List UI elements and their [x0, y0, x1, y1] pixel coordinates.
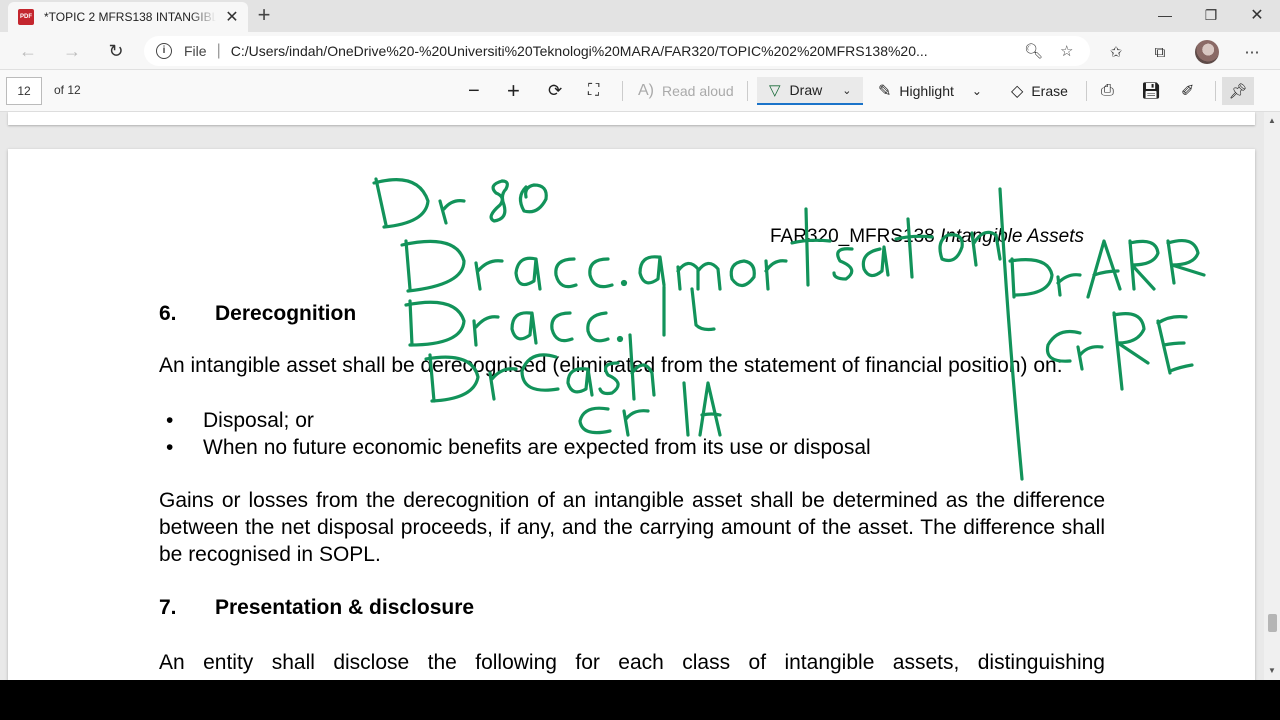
page-number-input[interactable]: 12 — [6, 77, 42, 105]
page-header-course: FAR320_MFRS138 — [770, 226, 935, 247]
scrollbar-thumb[interactable] — [1268, 614, 1277, 632]
address-bar[interactable]: i File | C:/Users/indah/OneDrive%20-%20U… — [144, 36, 1090, 66]
close-tab-icon[interactable]: ✕ — [222, 7, 242, 27]
previous-page-edge — [8, 112, 1255, 125]
print-icon[interactable]: ⎙ — [1101, 78, 1114, 104]
pin-toolbar-icon[interactable]: 📌︎ — [1222, 77, 1254, 105]
save-icon[interactable]: 💾︎ — [1141, 78, 1161, 104]
erase-button[interactable]: ◇ Erase — [1011, 78, 1068, 104]
section-6-paragraph-1: An intangible asset shall be derecognise… — [159, 354, 1063, 377]
zoom-icon[interactable]: 🔍︎ — [1024, 42, 1043, 60]
ink-annotation-dr-acc-amortisation — [400, 207, 1002, 293]
bullet-icon: • — [166, 409, 174, 432]
highlight-label: Highlight — [899, 83, 954, 99]
vertical-scrollbar[interactable]: ▲ ▼ — [1264, 112, 1280, 680]
highlighter-icon: ✎ — [878, 83, 892, 100]
section-7-number: 7. — [159, 596, 177, 619]
ink-annotation-dr-80 — [372, 177, 548, 229]
tab-bar: PDF *TOPIC 2 MFRS138 INTANGIBLE ASSETS ✕… — [0, 0, 1280, 32]
draw-label: Draw — [789, 82, 823, 98]
draw-pen-icon: ▽ — [769, 82, 781, 99]
erase-label: Erase — [1031, 83, 1068, 99]
fit-page-icon[interactable]: ⛶ — [588, 78, 599, 104]
more-icon[interactable]: ⋯ — [1240, 40, 1264, 64]
url-text[interactable]: C:/Users/indah/OneDrive%20-%20Universiti… — [231, 43, 1001, 59]
page-header-topic: Intangible Assets — [940, 226, 1085, 247]
tab-active[interactable]: PDF *TOPIC 2 MFRS138 INTANGIBLE ASSETS ✕ — [8, 2, 248, 32]
divider — [747, 81, 748, 101]
read-aloud-icon: A) — [638, 82, 654, 99]
zoom-out-icon[interactable]: − — [468, 78, 480, 104]
bullet-icon: • — [166, 436, 174, 459]
draw-button[interactable]: ▽ Draw ⌄ — [757, 77, 863, 105]
profile-avatar[interactable] — [1195, 40, 1219, 64]
section-6-number: 6. — [159, 302, 177, 325]
favorite-star-icon[interactable]: ☆ — [1060, 42, 1073, 60]
section-7-paragraph-1: An entity shall disclose the following f… — [159, 651, 1105, 674]
favorites-icon[interactable]: ✩ — [1104, 40, 1128, 64]
pdf-viewer[interactable]: FAR320_MFRS138 Intangible Assets 6. Dere… — [0, 112, 1264, 680]
section-6-paragraph-2: Gains or losses from the derecognition o… — [159, 489, 1105, 566]
save-as-icon[interactable]: ✐ — [1181, 78, 1194, 104]
rotate-icon[interactable]: ⟳ — [548, 78, 562, 104]
scroll-up-icon[interactable]: ▲ — [1268, 116, 1276, 125]
page-count: of 12 — [54, 83, 81, 97]
ink-annotation-cr-ia — [578, 381, 722, 437]
back-icon[interactable]: ← — [14, 38, 42, 64]
bullet-text: Disposal; or — [203, 409, 314, 432]
read-aloud-label: Read aloud — [662, 83, 734, 99]
minimize-icon[interactable]: — — [1142, 0, 1188, 30]
tab-title: *TOPIC 2 MFRS138 INTANGIBLE ASSETS — [44, 10, 216, 24]
read-aloud-button[interactable]: A) Read aloud — [638, 78, 734, 104]
navigation-bar: ← → ↻ i File | C:/Users/indah/OneDrive%2… — [0, 32, 1280, 70]
chevron-down-icon[interactable]: ⌄ — [842, 84, 851, 97]
zoom-in-icon[interactable]: + — [507, 78, 520, 104]
refresh-icon[interactable]: ↻ — [102, 38, 130, 64]
divider — [1215, 81, 1216, 101]
section-7-title: Presentation & disclosure — [215, 596, 475, 619]
chevron-down-icon[interactable]: ⌄ — [972, 84, 982, 98]
ink-annotation-dr-arr — [1008, 239, 1206, 299]
url-separator: | — [216, 42, 221, 59]
eraser-icon: ◇ — [1011, 83, 1024, 100]
forward-icon[interactable]: → — [58, 38, 86, 64]
new-tab-button[interactable]: + — [252, 4, 276, 28]
url-scheme: File — [184, 43, 207, 59]
bullet-text: When no future economic benefits are exp… — [203, 436, 871, 459]
section-6-title: Derecognition — [215, 302, 357, 325]
browser-window: PDF *TOPIC 2 MFRS138 INTANGIBLE ASSETS ✕… — [0, 0, 1280, 680]
pdf-file-icon: PDF — [18, 9, 34, 25]
ink-annotation-dr-acc-il — [404, 285, 716, 347]
pdf-page[interactable]: FAR320_MFRS138 Intangible Assets 6. Dere… — [8, 149, 1255, 680]
info-icon[interactable]: i — [156, 43, 172, 59]
pdf-toolbar: 12 of 12 − + ⟳ ⛶ A) Read aloud ▽ Draw ⌄ … — [0, 70, 1280, 112]
scroll-down-icon[interactable]: ▼ — [1268, 666, 1276, 675]
highlight-button[interactable]: ✎ Highlight ⌄ — [878, 78, 982, 104]
restore-icon[interactable]: ❐ — [1188, 0, 1234, 30]
page-header: FAR320_MFRS138 Intangible Assets — [770, 226, 1084, 248]
close-window-icon[interactable]: ✕ — [1234, 0, 1280, 30]
divider — [622, 81, 623, 101]
collections-icon[interactable]: ⧉ — [1148, 40, 1172, 64]
divider — [1086, 81, 1087, 101]
